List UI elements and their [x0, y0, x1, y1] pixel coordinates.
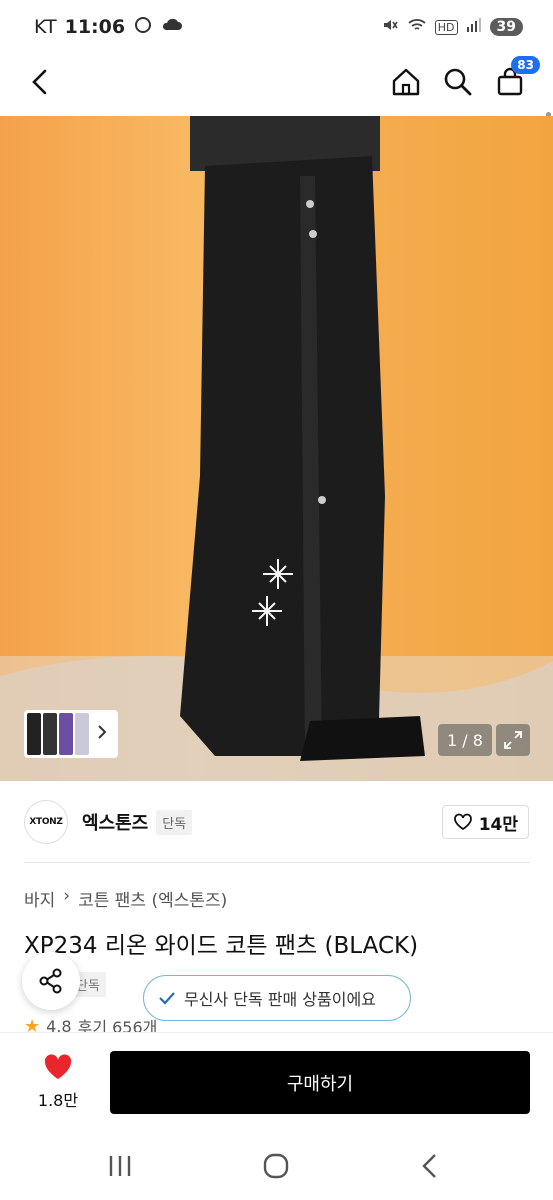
recent-apps-button[interactable]	[100, 1150, 140, 1182]
clock: 11:06	[64, 16, 126, 38]
status-bar: KT 11:06 HD 39	[0, 0, 553, 54]
network-badge: HD	[434, 19, 458, 35]
share-button[interactable]	[22, 952, 80, 1010]
brand-like-button[interactable]: 14만	[441, 805, 529, 839]
top-nav: 83	[0, 54, 553, 164]
system-nav-bar	[0, 1132, 553, 1200]
cart-button[interactable]: 83	[486, 56, 540, 106]
back-nav-icon	[422, 1154, 436, 1178]
home-nav-button[interactable]	[256, 1150, 296, 1182]
cloud-icon	[161, 16, 183, 39]
signal-icon	[466, 17, 482, 37]
recent-apps-icon	[109, 1156, 131, 1176]
home-icon	[392, 68, 420, 96]
cart-count-badge: 83	[511, 56, 540, 74]
chevron-left-icon	[32, 69, 47, 95]
buy-button[interactable]: 구매하기	[110, 1051, 530, 1114]
expand-image-button[interactable]	[496, 724, 530, 756]
share-icon	[39, 968, 62, 994]
home-button[interactable]	[382, 58, 430, 106]
search-icon	[444, 68, 472, 96]
checkmark-icon	[159, 992, 175, 1005]
breadcrumb-item[interactable]: 코튼 팬츠 (엑스톤즈)	[78, 886, 227, 911]
variant-thumb[interactable]	[75, 713, 89, 755]
home-circle-icon	[263, 1153, 289, 1179]
brand-row: XTONZ 엑스톤즈 단독 14만	[0, 781, 553, 863]
product-title: XP234 리온 와이드 코튼 팬츠 (BLACK)	[24, 933, 419, 959]
color-variant-thumbnails[interactable]	[24, 710, 118, 758]
back-nav-button[interactable]	[410, 1150, 450, 1182]
chevron-right-icon	[97, 724, 107, 744]
carrier: KT	[34, 16, 57, 38]
search-button[interactable]	[434, 58, 482, 106]
variant-thumb[interactable]	[59, 713, 73, 755]
brand-like-count: 14만	[478, 814, 518, 835]
variant-thumb[interactable]	[27, 713, 41, 755]
toast-text: 무신사 단독 판매 상품이에요	[184, 990, 376, 1009]
wifi-icon	[407, 17, 427, 37]
wishlist-button[interactable]: 1.8만	[32, 1053, 84, 1111]
image-pager: 1 / 8	[438, 724, 492, 756]
divider	[24, 862, 530, 863]
breadcrumb-separator-icon: ›	[63, 886, 71, 906]
product-photo	[0, 116, 553, 781]
product-image[interactable]: 1 / 8	[0, 116, 553, 781]
brand-name[interactable]: 엑스톤즈	[82, 809, 148, 835]
mute-icon	[381, 16, 399, 38]
back-button[interactable]	[16, 58, 64, 106]
breadcrumb-item[interactable]: 바지	[24, 886, 55, 911]
notification-icon	[133, 15, 153, 40]
wishlist-count: 1.8만	[37, 1091, 79, 1110]
brand-logo[interactable]: XTONZ	[24, 800, 68, 844]
breadcrumb: 바지 › 코튼 팬츠 (엑스톤즈)	[24, 886, 227, 911]
expand-icon	[504, 731, 522, 749]
heart-outline-icon	[453, 813, 472, 831]
battery-indicator: 39	[489, 18, 523, 36]
exclusive-badge: 단독	[156, 809, 193, 835]
exclusive-toast: 무신사 단독 판매 상품이에요	[143, 975, 411, 1021]
heart-filled-icon	[44, 1054, 72, 1079]
bottom-bar: 1.8만 구매하기	[0, 1032, 553, 1132]
variant-thumb[interactable]	[43, 713, 57, 755]
